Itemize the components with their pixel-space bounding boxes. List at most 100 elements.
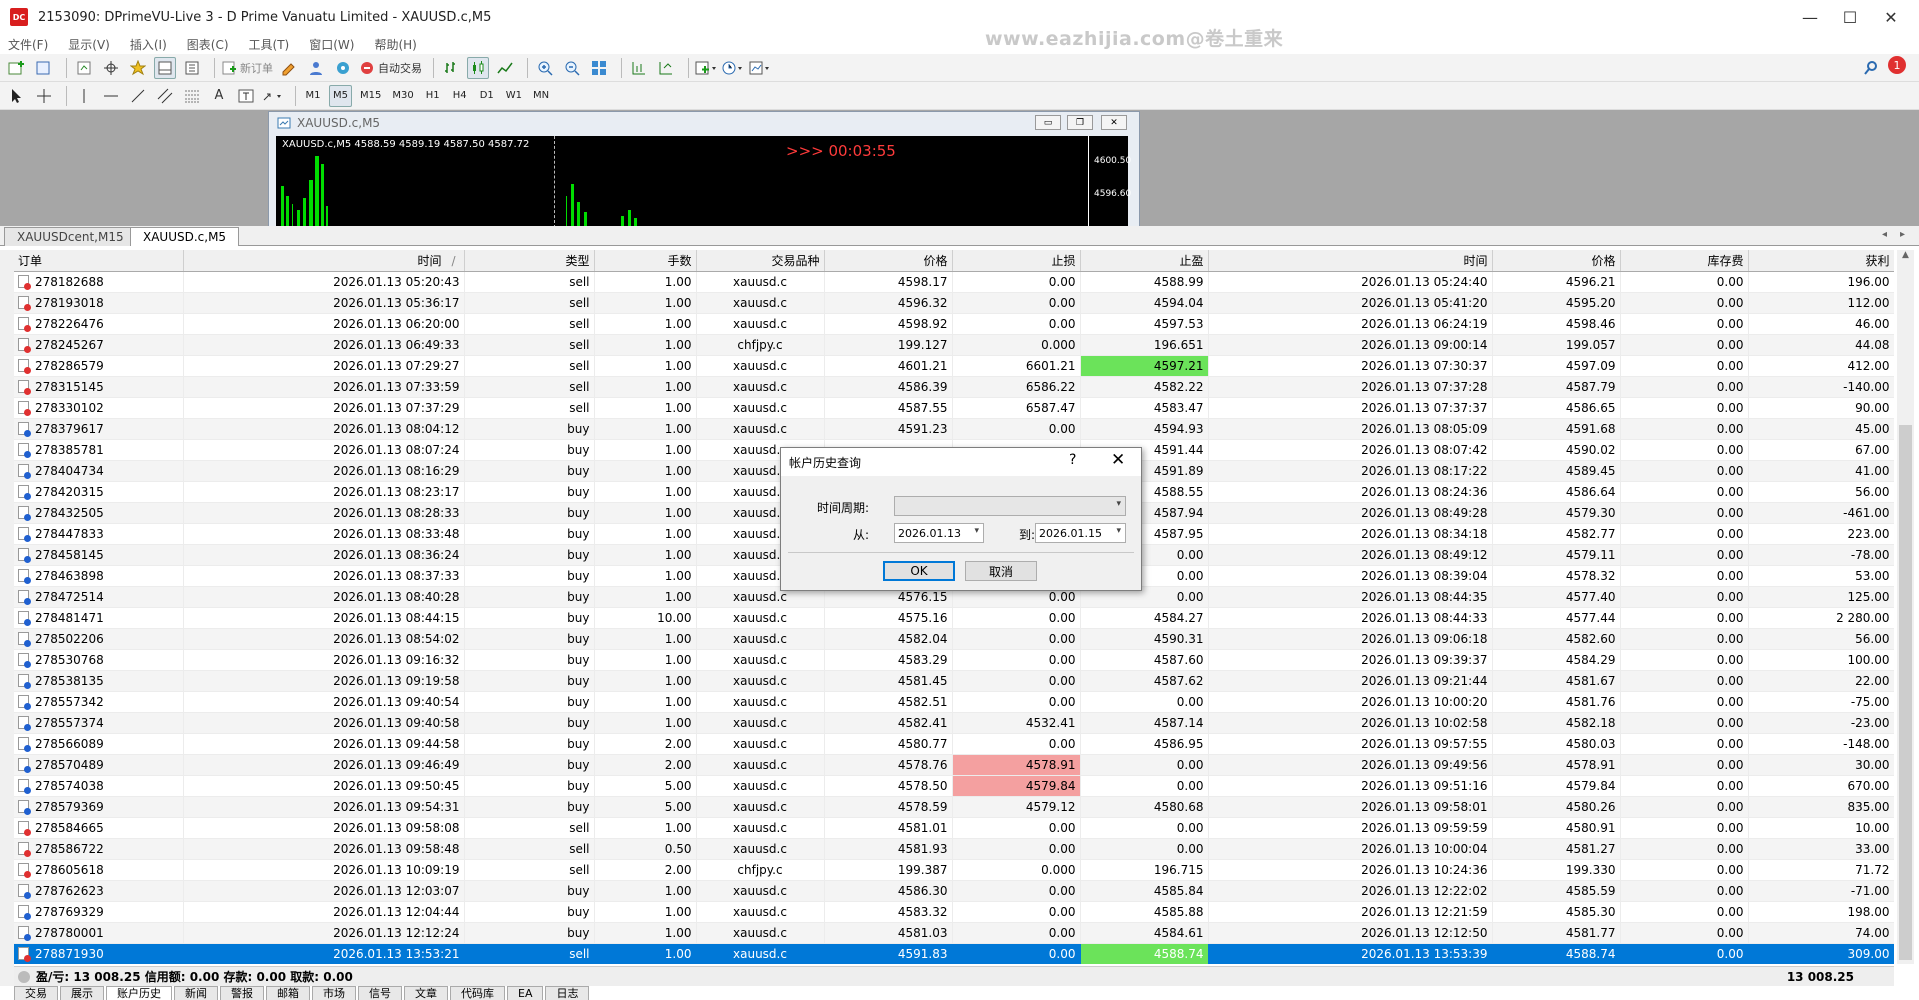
price-chart[interactable]: XAUUSD.c,M5 4588.59 4589.19 4587.50 4587… (276, 136, 1131, 228)
table-row[interactable]: 278182688 2026.01.13 05:20:43 sell 1.00 xauu… (14, 271, 1894, 293)
dialog-close-button[interactable]: ✕ (1111, 450, 1125, 470)
chart-tab-xauusd[interactable]: XAUUSD.c,M5 (130, 227, 240, 246)
crosshair-icon[interactable] (33, 85, 55, 107)
timeframe-mn[interactable]: MN (530, 85, 552, 107)
timeframe-m15[interactable]: M15 (357, 85, 384, 107)
notification-badge[interactable]: 1 (1888, 56, 1906, 74)
menu-help[interactable]: 帮助(H) (374, 36, 416, 53)
table-row[interactable]: 278226476 2026.01.13 06:20:00 sell 1.00 xauu… (14, 313, 1894, 335)
table-row[interactable]: 278245267 2026.01.13 06:49:33 sell 1.00 chfj… (14, 334, 1894, 356)
col-take-profit[interactable]: 止盈 (1080, 250, 1209, 272)
timeframe-h4[interactable]: H4 (449, 85, 471, 107)
metaeditor-icon[interactable] (278, 57, 300, 79)
chart-shift-icon[interactable] (655, 57, 677, 79)
from-date-picker[interactable]: 2026.01.13 ▾ (894, 523, 984, 543)
table-row[interactable]: 278330102 2026.01.13 07:37:29 sell 1.00 xauu… (14, 397, 1894, 419)
timeframe-d1[interactable]: D1 (476, 85, 498, 107)
table-row[interactable]: 278586722 2026.01.13 09:58:48 sell 0.50 xauu… (14, 838, 1894, 860)
table-row[interactable]: 278557374 2026.01.13 09:40:58 buy 1.00 xauus… (14, 712, 1894, 734)
market-watch-icon[interactable] (73, 57, 95, 79)
timeframe-m30[interactable]: M30 (389, 85, 416, 107)
scroll-up-icon[interactable]: ▲ (1897, 250, 1914, 260)
table-row[interactable]: 278530768 2026.01.13 09:16:32 buy 1.00 xauus… (14, 649, 1894, 671)
bar-chart-icon[interactable] (440, 57, 462, 79)
search-icon[interactable] (1860, 57, 1882, 79)
to-date-picker[interactable]: 2026.01.15 ▾ (1035, 523, 1126, 543)
vertical-scrollbar[interactable]: ▲ (1897, 250, 1914, 964)
col-order[interactable]: 订单 (14, 250, 184, 272)
line-chart-icon[interactable] (494, 57, 516, 79)
profiles-icon[interactable] (33, 57, 55, 79)
col-open-time[interactable]: 时间 / (183, 250, 465, 272)
new-order-button[interactable]: 新订单 (221, 57, 273, 79)
zoom-out-icon[interactable] (561, 57, 583, 79)
table-row[interactable]: 278762623 2026.01.13 12:03:07 buy 1.00 xauus… (14, 880, 1894, 902)
horizontal-line-icon[interactable] (100, 85, 122, 107)
indicators-icon[interactable] (695, 57, 717, 79)
text-label-icon[interactable] (235, 85, 257, 107)
candlestick-icon[interactable] (467, 56, 489, 79)
menu-view[interactable]: 显示(V) (68, 36, 110, 53)
col-close-price[interactable]: 价格 (1492, 250, 1621, 272)
chart-close-button[interactable]: ✕ (1101, 115, 1127, 130)
timeframe-m1[interactable]: M1 (302, 85, 324, 107)
tab-scroll-left-icon[interactable]: ◂ (1882, 229, 1887, 240)
table-row[interactable]: 278780001 2026.01.13 12:12:24 buy 1.00 xauus… (14, 922, 1894, 944)
table-row[interactable]: 278574038 2026.01.13 09:50:45 buy 5.00 xauus… (14, 775, 1894, 797)
periods-icon[interactable] (722, 57, 744, 79)
cursor-icon[interactable] (6, 85, 28, 107)
table-row[interactable]: 278570489 2026.01.13 09:46:49 buy 2.00 xauus… (14, 754, 1894, 776)
tile-windows-icon[interactable] (588, 57, 610, 79)
users-icon[interactable] (305, 57, 327, 79)
table-row[interactable]: 278193018 2026.01.13 05:36:17 sell 1.00 xauu… (14, 292, 1894, 314)
table-row[interactable]: 278584665 2026.01.13 09:58:08 sell 1.00 xauu… (14, 817, 1894, 839)
new-chart-icon[interactable] (6, 57, 28, 79)
menu-insert[interactable]: 插入(I) (130, 36, 167, 53)
table-row[interactable]: 278579369 2026.01.13 09:54:31 buy 5.00 xauus… (14, 796, 1894, 818)
fibonacci-icon[interactable] (181, 85, 203, 107)
dialog-title-bar[interactable]: 帐户历史查询 ? ✕ (781, 448, 1141, 476)
channel-icon[interactable] (154, 85, 176, 107)
table-row[interactable]: 278871930 2026.01.13 13:53:21 sell 1.00 xauu… (14, 943, 1894, 964)
text-icon[interactable]: A (208, 85, 230, 107)
col-swap[interactable]: 库存费 (1620, 250, 1749, 272)
table-row[interactable]: 278315145 2026.01.13 07:33:59 sell 1.00 xauu… (14, 376, 1894, 398)
table-row[interactable]: 278538135 2026.01.13 09:19:58 buy 1.00 xauus… (14, 670, 1894, 692)
col-symbol[interactable]: 交易品种 (696, 250, 825, 272)
arrows-icon[interactable] (262, 85, 284, 107)
chart-window[interactable]: XAUUSD.c,M5 ▭ ❐ ✕ XAUUSD.c,M5 4588.59 45… (268, 111, 1140, 228)
vertical-line-icon[interactable] (73, 85, 95, 107)
period-select[interactable]: ▾ (894, 496, 1126, 516)
table-row[interactable]: 278502206 2026.01.13 08:54:02 buy 1.00 xauus… (14, 628, 1894, 650)
col-type[interactable]: 类型 (464, 250, 595, 272)
menu-window[interactable]: 窗口(W) (309, 36, 354, 53)
timeframe-h1[interactable]: H1 (422, 85, 444, 107)
help-button[interactable]: ? (1069, 452, 1076, 468)
ok-button[interactable]: OK (883, 561, 955, 581)
menu-charts[interactable]: 图表(C) (187, 36, 229, 53)
maximize-button[interactable]: ☐ (1827, 0, 1873, 34)
terminal-icon[interactable] (154, 56, 176, 79)
zoom-in-icon[interactable] (534, 57, 556, 79)
chart-minimize-button[interactable]: ▭ (1035, 115, 1061, 130)
col-stop-loss[interactable]: 止损 (952, 250, 1081, 272)
close-button[interactable]: ✕ (1868, 0, 1914, 34)
chart-window-title-bar[interactable]: XAUUSD.c,M5 (269, 112, 1139, 134)
table-row[interactable]: 278605618 2026.01.13 10:09:19 sell 2.00 chfj… (14, 859, 1894, 881)
col-profit[interactable]: 获利 (1748, 250, 1894, 272)
timeframe-m5[interactable]: M5 (329, 84, 352, 107)
templates-icon[interactable] (749, 57, 771, 79)
col-open-price[interactable]: 价格 (824, 250, 953, 272)
menu-file[interactable]: 文件(F) (8, 36, 48, 53)
col-volume[interactable]: 手数 (594, 250, 697, 272)
tab-scroll-right-icon[interactable]: ▸ (1900, 229, 1905, 240)
trendline-icon[interactable] (127, 85, 149, 107)
table-row[interactable]: 278286579 2026.01.13 07:29:27 sell 1.00 xauu… (14, 355, 1894, 377)
strategy-tester-icon[interactable] (181, 57, 203, 79)
table-row[interactable]: 278379617 2026.01.13 08:04:12 buy 1.00 xauus… (14, 418, 1894, 440)
chart-tab-xauusdcent[interactable]: XAUUSDcent,M15 (4, 227, 137, 246)
table-row[interactable]: 278566089 2026.01.13 09:44:58 buy 2.00 xauus… (14, 733, 1894, 755)
scrollbar-thumb[interactable] (1899, 425, 1912, 960)
table-row[interactable]: 278481471 2026.01.13 08:44:15 buy 10.00 xauu… (14, 607, 1894, 629)
data-window-icon[interactable] (100, 57, 122, 79)
